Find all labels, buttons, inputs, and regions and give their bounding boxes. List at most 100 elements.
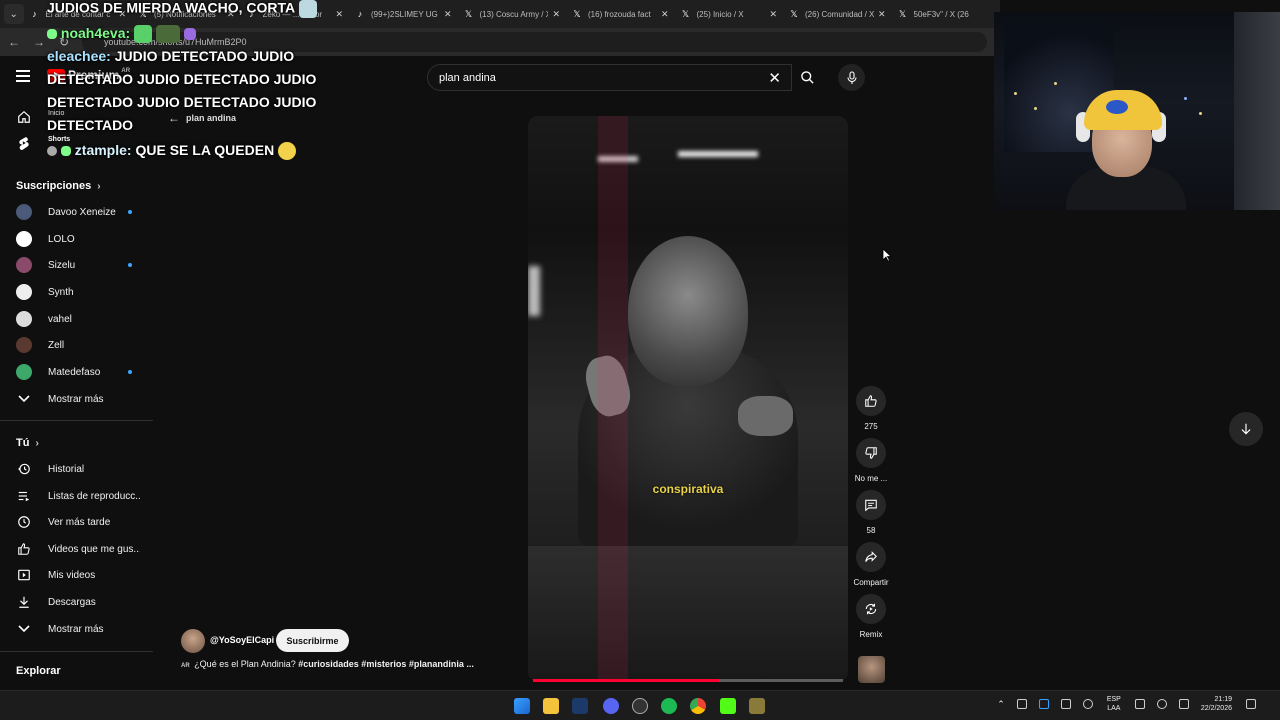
arrow-down-icon — [1241, 423, 1251, 435]
remix-button[interactable]: Remix — [853, 594, 889, 639]
subscription-item[interactable]: Zell — [0, 332, 153, 358]
video-frame — [628, 236, 748, 386]
subscriptions-heading[interactable]: Suscripciones › — [16, 180, 101, 192]
shorts-video-player[interactable]: conspirativa — [528, 116, 848, 682]
subscribe-button[interactable]: Suscribirme — [276, 629, 349, 652]
x-icon: 𝕏 — [898, 8, 907, 19]
show-more-subscriptions[interactable]: Mostrar más — [0, 386, 153, 412]
you-heading[interactable]: Tú › — [16, 437, 39, 449]
dislike-button[interactable]: No me ... — [853, 438, 889, 483]
sync-icon[interactable] — [1016, 699, 1027, 709]
subscription-item[interactable]: vahel — [0, 306, 153, 332]
home-icon — [16, 109, 32, 125]
playlist-icon — [16, 488, 32, 504]
browser-tab[interactable]: 𝕏 (13) Coscu Army / X ✕ — [458, 1, 567, 27]
like-icon — [16, 541, 32, 557]
tiktok-icon: ♪ — [357, 9, 363, 19]
windows-start-icon[interactable] — [514, 698, 530, 714]
back-arrow-icon[interactable]: ← — [3, 31, 25, 53]
close-icon[interactable]: ✕ — [552, 9, 560, 20]
notification-bell-icon[interactable] — [1246, 699, 1256, 709]
close-icon[interactable]: ✕ — [444, 9, 452, 20]
system-clock[interactable]: 21:19 22/2/2026 — [1201, 695, 1232, 713]
network-icon[interactable] — [1134, 699, 1145, 709]
security-icon[interactable] — [1060, 699, 1071, 709]
search-input[interactable]: plan andina ✕ — [427, 64, 792, 91]
subscription-item[interactable]: Davoo Xeneize — [0, 199, 153, 225]
video-progress-fill — [533, 679, 719, 682]
webcam-city-light — [1184, 97, 1187, 100]
file-explorer-icon[interactable] — [543, 698, 559, 714]
tray-app-icon[interactable] — [1038, 699, 1049, 709]
browser-tab[interactable]: ♪ (99+)2SLIMEY UG ✕ — [349, 1, 458, 27]
chevron-down-icon — [16, 621, 32, 637]
share-button[interactable]: Compartir — [853, 542, 889, 587]
history-icon — [16, 461, 32, 477]
sidebar-item-playlists[interactable]: Listas de reproducc... — [0, 483, 153, 509]
browser-tab[interactable]: 𝕏 50eF3v" / X (26 — [892, 1, 1001, 27]
steam-icon[interactable] — [572, 698, 588, 714]
sidebar-item-liked-videos[interactable]: Videos que me gus... — [0, 536, 153, 562]
volume-icon[interactable] — [1156, 699, 1167, 709]
comments-button[interactable]: 58 — [853, 490, 889, 535]
chevron-up-icon[interactable]: ⌃ — [997, 699, 1005, 710]
webcam-city-light — [1054, 82, 1057, 85]
sidebar-item-my-videos[interactable]: Mis videos — [0, 562, 153, 588]
search-button[interactable] — [792, 64, 822, 91]
stream-chat-overlay: JUDIOS DE MIERDA WACHO, CORTA noah4eva: … — [47, 0, 347, 162]
menu-icon[interactable] — [16, 70, 30, 82]
sidebar-item-historial[interactable]: Historial — [0, 456, 153, 482]
next-video-button[interactable] — [1229, 412, 1263, 446]
subscription-item[interactable]: Matedefaso — [0, 359, 153, 385]
subscription-item[interactable]: Sizelu — [0, 252, 153, 278]
subscription-item[interactable]: Synth — [0, 279, 153, 305]
sidebar-item-downloads[interactable]: Descargas — [0, 589, 153, 615]
microphone-icon[interactable] — [1082, 699, 1093, 709]
battery-icon[interactable] — [1178, 699, 1189, 709]
chevron-right-icon: › — [97, 180, 101, 192]
browser-tab[interactable]: 𝕏 (25) Inicio / X ✕ — [675, 1, 784, 27]
webcam-city-light — [1034, 107, 1037, 110]
channel-avatar — [16, 364, 32, 380]
language-indicator[interactable]: ESP LAA — [1107, 695, 1121, 713]
x-icon: 𝕏 — [681, 8, 690, 19]
close-icon[interactable]: ✕ — [878, 9, 886, 20]
sidebar-divider — [0, 651, 153, 652]
browser-tab[interactable]: 𝕏 (16) frozouda fact ✕ — [566, 1, 675, 27]
emote-icon — [298, 0, 317, 18]
channel-name[interactable]: @YoSoyElCapi — [210, 635, 274, 645]
video-progress-bar[interactable] — [533, 679, 843, 682]
browser-tab[interactable]: 𝕏 (26) Comunidad / X ✕ — [783, 1, 892, 27]
app-icon[interactable] — [749, 698, 765, 714]
video-icon — [16, 567, 32, 583]
emote-icon — [155, 25, 180, 44]
spotify-icon[interactable] — [661, 698, 677, 714]
subscription-item[interactable]: LOLO — [0, 226, 153, 252]
explore-heading: Explorar — [16, 665, 61, 677]
video-frame — [528, 546, 848, 682]
chevron-right-icon: › — [35, 437, 39, 449]
voice-search-button[interactable] — [838, 64, 865, 91]
obs-icon[interactable] — [632, 698, 648, 714]
clear-search-icon[interactable]: ✕ — [768, 69, 781, 87]
channel-avatar — [16, 204, 32, 220]
channel-avatar[interactable] — [181, 629, 205, 653]
video-title[interactable]: AR ¿Qué es el Plan Andinia? #curiosidade… — [181, 659, 481, 669]
kick-icon[interactable] — [720, 698, 736, 714]
sound-thumbnail[interactable] — [858, 656, 885, 683]
like-button[interactable]: 275 — [853, 386, 889, 431]
close-icon[interactable]: ✕ — [661, 9, 669, 20]
x-icon: 𝕏 — [464, 8, 473, 19]
tab-search-dropdown[interactable]: ⌄ — [4, 4, 24, 24]
shorts-icon — [16, 135, 32, 151]
sidebar-item-watch-later[interactable]: Ver más tarde — [0, 509, 153, 535]
chat-message: eleachee: JUDIO DETECTADO JUDIO DETECTAD… — [47, 48, 317, 133]
show-more-you[interactable]: Mostrar más — [0, 616, 153, 642]
badge-icon — [47, 29, 57, 40]
close-icon[interactable]: ✕ — [769, 9, 777, 20]
channel-avatar — [16, 257, 32, 273]
discord-icon[interactable] — [603, 698, 619, 714]
channel-avatar — [16, 337, 32, 353]
chrome-icon[interactable] — [690, 698, 706, 714]
new-content-dot — [128, 370, 132, 374]
